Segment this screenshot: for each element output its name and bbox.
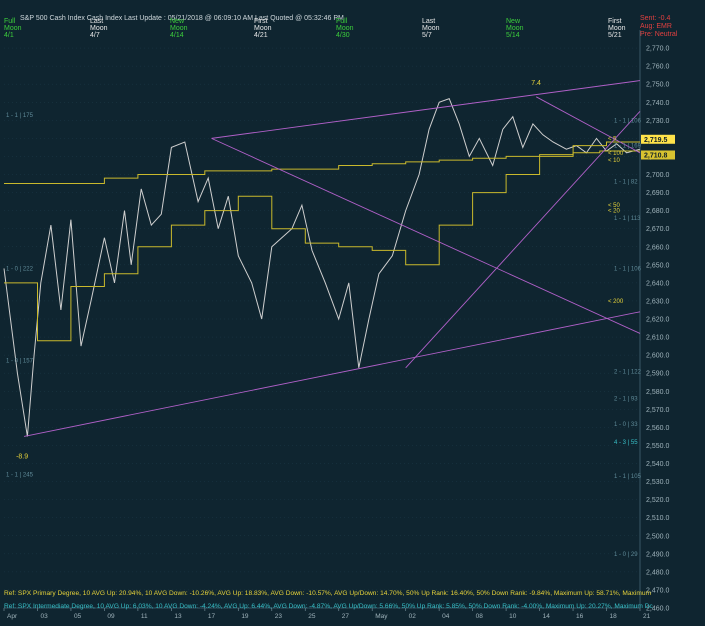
y-tick-label: 2,770.0	[646, 46, 669, 53]
x-tick-label: 17	[208, 613, 216, 620]
y-tick-label: 2,680.0	[646, 208, 669, 215]
y-tick-label: 2,490.0	[646, 551, 669, 558]
reference-primary-degree: Ref: SPX Primary Degree, 10 AVG Up: 20.9…	[4, 590, 651, 597]
y-tick-label: 2,510.0	[646, 515, 669, 522]
moon-phase-line3: 4/21	[254, 32, 268, 39]
moon-phase-line3: 5/21	[608, 32, 622, 39]
status-aug: Aug: EMR	[640, 23, 672, 30]
gann-label: 2 - 1 | 122	[614, 369, 642, 375]
trough-annotation: -8.9	[16, 453, 28, 460]
x-tick-label: 10	[509, 613, 517, 620]
gann-label: 1 - 0 | 29	[614, 552, 638, 558]
x-tick-label: 23	[275, 613, 283, 620]
gann-label: 1 - 0 | 157	[6, 359, 34, 365]
y-tick-label: 2,530.0	[646, 479, 669, 486]
y-tick-label: 2,480.0	[646, 569, 669, 576]
price-label: 2,719.5	[644, 137, 667, 144]
ma-label: < 20	[608, 209, 621, 215]
y-tick-label: 2,670.0	[646, 226, 669, 233]
price-chart: 2,460.02,470.02,480.02,490.02,500.02,510…	[0, 0, 705, 626]
y-tick-label: 2,610.0	[646, 335, 669, 342]
gann-label: 1 - 1 | 245	[6, 472, 34, 478]
y-tick-label: 2,500.0	[646, 533, 669, 540]
gann-label: 1 - 1 | 106	[614, 266, 642, 272]
moon-phase-line3: 4/1	[4, 32, 14, 39]
x-tick-label: 19	[241, 613, 249, 620]
gann-label: 1 - 1 | 175	[6, 113, 34, 119]
status-pre: Pre: Neutral	[640, 31, 678, 38]
gann-label: 1 - 1 | 106	[614, 118, 642, 124]
y-tick-label: 2,700.0	[646, 172, 669, 179]
x-tick-label: 16	[576, 613, 584, 620]
y-tick-label: 2,600.0	[646, 353, 669, 360]
x-tick-label: 18	[610, 613, 618, 620]
x-tick-label: 11	[141, 613, 148, 620]
y-tick-label: 2,520.0	[646, 497, 669, 504]
gann-label: 1 - 1 | 169	[614, 144, 642, 150]
y-tick-label: 2,550.0	[646, 443, 669, 450]
moon-phase-line3: 5/14	[506, 32, 520, 39]
price-label: 2,710.8	[644, 152, 667, 159]
ma-label: < 10	[608, 158, 621, 164]
y-tick-label: 2,560.0	[646, 425, 669, 432]
gann-label: 1 - 0 | 222	[6, 266, 34, 272]
y-tick-label: 2,660.0	[646, 244, 669, 251]
x-tick-label: 27	[342, 613, 350, 620]
y-tick-label: 2,630.0	[646, 298, 669, 305]
gann-label: 1 - 1 | 105	[614, 474, 642, 480]
moon-phase-line3: 4/14	[170, 32, 184, 39]
y-tick-label: 2,590.0	[646, 371, 669, 378]
status-sent: Sent: -0.4	[640, 15, 671, 22]
moon-phase-line3: 4/30	[336, 32, 350, 39]
y-tick-label: 2,740.0	[646, 100, 669, 107]
x-tick-label: 03	[40, 613, 48, 620]
y-tick-label: 2,730.0	[646, 118, 669, 125]
x-tick-label: 08	[476, 613, 484, 620]
ma-label: < 200	[608, 299, 624, 305]
y-tick-label: 2,620.0	[646, 317, 669, 324]
x-tick-label: 21	[643, 613, 651, 620]
ma-label: < 5	[608, 136, 617, 142]
gann-label: 1 - 0 | 33	[614, 422, 638, 428]
y-tick-label: 2,760.0	[646, 64, 669, 71]
moon-phase-line3: 5/7	[422, 32, 432, 39]
gann-label: 4 - 3 | 55	[614, 440, 638, 446]
x-tick-label: 25	[308, 613, 316, 620]
ma-label: < 100	[608, 151, 624, 157]
y-tick-label: 2,570.0	[646, 407, 669, 414]
x-tick-label: 02	[409, 613, 417, 620]
y-tick-label: 2,640.0	[646, 280, 669, 287]
x-tick-label: 09	[107, 613, 115, 620]
x-tick-label: 04	[442, 613, 450, 620]
y-tick-label: 2,540.0	[646, 461, 669, 468]
moon-phase-line3: 4/7	[90, 32, 100, 39]
y-tick-label: 2,690.0	[646, 190, 669, 197]
gann-label: 1 - 1 | 113	[614, 216, 641, 222]
gann-label: 2 - 1 | 93	[614, 396, 638, 402]
x-tick-label: 13	[174, 613, 182, 620]
y-tick-label: 2,580.0	[646, 389, 669, 396]
x-tick-label: Apr	[7, 613, 18, 620]
x-tick-label: 05	[74, 613, 82, 620]
reference-intermediate-degree: Ref: SPX Intermediate Degree, 10 AVG Up:…	[4, 603, 653, 610]
gann-label: 1 - 1 | 82	[614, 180, 638, 186]
y-tick-label: 2,650.0	[646, 262, 669, 269]
x-tick-label: 14	[543, 613, 551, 620]
x-tick-label: May	[375, 613, 388, 620]
peak-annotation: 7.4	[531, 80, 541, 87]
y-tick-label: 2,750.0	[646, 82, 669, 89]
